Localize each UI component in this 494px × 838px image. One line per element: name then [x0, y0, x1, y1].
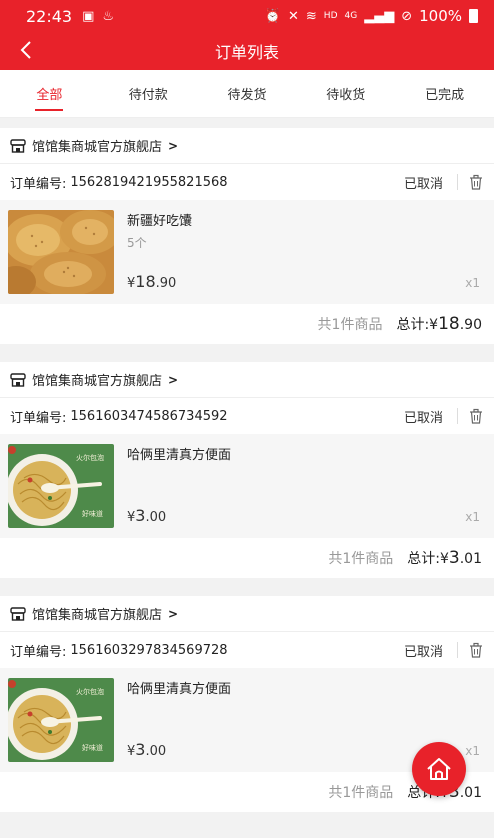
order-number-row: 订单编号: 1562819421955821568 已取消 — [0, 164, 494, 200]
shop-name: 馆馆集商城官方旗舰店 — [32, 608, 163, 623]
order-number-row: 订单编号: 1561603474586734592 已取消 — [0, 398, 494, 434]
order-number-row: 订单编号: 1561603297834569728 已取消 — [0, 632, 494, 668]
wifi-icon: ≋ — [305, 8, 317, 24]
home-icon — [427, 758, 451, 780]
product-price: ¥3.00 — [127, 740, 166, 759]
product-price: ¥18.90 — [127, 272, 176, 291]
order-status: 已取消 — [403, 176, 443, 192]
order-summary: 共1件商品 总计: ¥18.90 — [0, 304, 494, 344]
order-summary: 共1件商品 总计: ¥3.01 — [0, 538, 494, 578]
chevron-left-icon — [20, 41, 31, 59]
gallery-icon: ▣ — [82, 8, 95, 24]
order-total: ¥18.90 — [429, 314, 482, 334]
order-number: 1561603474586734592 — [70, 408, 228, 424]
order-number: 1561603297834569728 — [70, 642, 228, 658]
price-integer: 3 — [135, 506, 146, 525]
price-decimal: .00 — [145, 510, 167, 525]
page-title: 订单列表 — [214, 43, 279, 62]
alarm-icon: ⏰ — [264, 8, 281, 24]
total-decimal: .90 — [459, 317, 482, 333]
hd-label: HD — [323, 11, 338, 21]
trash-icon[interactable] — [468, 174, 484, 190]
tab-completed[interactable]: 已完成 — [395, 70, 494, 117]
store-icon — [10, 606, 26, 621]
mute-icon: ✕ — [287, 8, 299, 24]
chevron-right-icon: > — [168, 372, 179, 387]
store-icon — [10, 138, 26, 153]
shop-name: 馆馆集商城官方旗舰店 — [32, 140, 163, 155]
total-decimal: .01 — [459, 785, 482, 801]
chevron-right-icon: > — [168, 606, 179, 621]
noodle-thumb-text-top: 火尔包泡 — [76, 687, 104, 696]
shop-name: 馆馆集商城官方旗舰店 — [32, 374, 163, 389]
currency-symbol: ¥ — [439, 551, 449, 567]
product-name: 哈俩里清真方便面 — [127, 448, 232, 463]
total-decimal: .01 — [459, 551, 482, 567]
chevron-right-icon: > — [168, 138, 179, 153]
product-item[interactable]: 火尔包泡 好味道 哈俩里清真方便面 ¥3.00 x1 — [0, 434, 494, 538]
total-integer: 18 — [438, 314, 460, 334]
order-number-label: 订单编号: — [10, 176, 67, 192]
product-image: 火尔包泡 好味道 — [8, 678, 114, 762]
total-label: 总计: — [396, 317, 430, 333]
order-status: 已取消 — [403, 410, 443, 426]
dnd-icon: ⊘ — [401, 8, 413, 24]
shop-row[interactable]: 馆馆集商城官方旗舰店 > — [0, 596, 494, 632]
order-number-label: 订单编号: — [10, 644, 67, 660]
battery-percent: 100% — [419, 7, 462, 25]
order-card[interactable]: 馆馆集商城官方旗舰店 > 订单编号: 1562819421955821568 已… — [0, 128, 494, 344]
order-number: 1562819421955821568 — [70, 174, 228, 190]
status-bar: 22:43 ▣ ♨ ⏰ ✕ ≋ HD 4G ▂▄▆ ⊘ 100% — [0, 0, 494, 32]
order-tabs: 全部 待付款 待发货 待收货 已完成 — [0, 70, 494, 118]
tab-all[interactable]: 全部 — [0, 70, 99, 117]
price-decimal: .90 — [155, 276, 177, 291]
noodle-thumb-text-bottom: 好味道 — [82, 509, 103, 518]
total-integer: 3 — [448, 548, 460, 568]
price-decimal: .00 — [145, 744, 167, 759]
currency-symbol: ¥ — [429, 317, 439, 333]
battery-icon — [469, 9, 478, 23]
item-count: 共1件商品 — [317, 317, 383, 333]
nav-bar: 订单列表 — [0, 32, 494, 70]
order-total: ¥3.01 — [440, 548, 482, 568]
signal-icon: ▂▄▆ — [364, 8, 395, 24]
product-image — [8, 210, 114, 294]
product-spec: 5个 — [127, 236, 147, 250]
shop-row[interactable]: 馆馆集商城官方旗舰店 > — [0, 362, 494, 398]
product-quantity: x1 — [465, 276, 480, 290]
divider — [457, 174, 458, 190]
order-card[interactable]: 馆馆集商城官方旗舰店 > 订单编号: 1561603474586734592 已… — [0, 362, 494, 578]
back-button[interactable] — [12, 36, 40, 64]
divider — [457, 408, 458, 424]
divider — [457, 642, 458, 658]
status-indicators: ⏰ ✕ ≋ HD 4G ▂▄▆ ⊘ 100% — [265, 7, 478, 25]
product-name: 新疆好吃馕 — [127, 214, 193, 229]
notification-icon: ♨ — [102, 8, 115, 24]
total-label: 总计: — [407, 551, 440, 567]
noodle-thumb-text-bottom: 好味道 — [82, 743, 103, 752]
order-status: 已取消 — [403, 644, 443, 660]
tab-pending-payment[interactable]: 待付款 — [99, 70, 198, 117]
home-button[interactable] — [412, 742, 466, 796]
item-count: 共1件商品 — [328, 785, 394, 801]
order-number-label: 订单编号: — [10, 410, 67, 426]
status-time: 22:43 — [26, 6, 73, 26]
product-quantity: x1 — [465, 744, 480, 758]
tab-pending-receipt[interactable]: 待收货 — [296, 70, 395, 117]
product-name: 哈俩里清真方便面 — [127, 682, 232, 697]
store-icon — [10, 372, 26, 387]
product-image: 火尔包泡 好味道 — [8, 444, 114, 528]
product-quantity: x1 — [465, 510, 480, 524]
tab-pending-shipment[interactable]: 待发货 — [198, 70, 297, 117]
price-integer: 18 — [135, 272, 156, 291]
price-integer: 3 — [135, 740, 146, 759]
product-price: ¥3.00 — [127, 506, 166, 525]
trash-icon[interactable] — [468, 408, 484, 424]
noodle-thumb-text-top: 火尔包泡 — [76, 453, 104, 462]
network-label: 4G — [344, 11, 358, 21]
trash-icon[interactable] — [468, 642, 484, 658]
item-count: 共1件商品 — [328, 551, 394, 567]
product-item[interactable]: 新疆好吃馕 5个 ¥18.90 x1 — [0, 200, 494, 304]
shop-row[interactable]: 馆馆集商城官方旗舰店 > — [0, 128, 494, 164]
